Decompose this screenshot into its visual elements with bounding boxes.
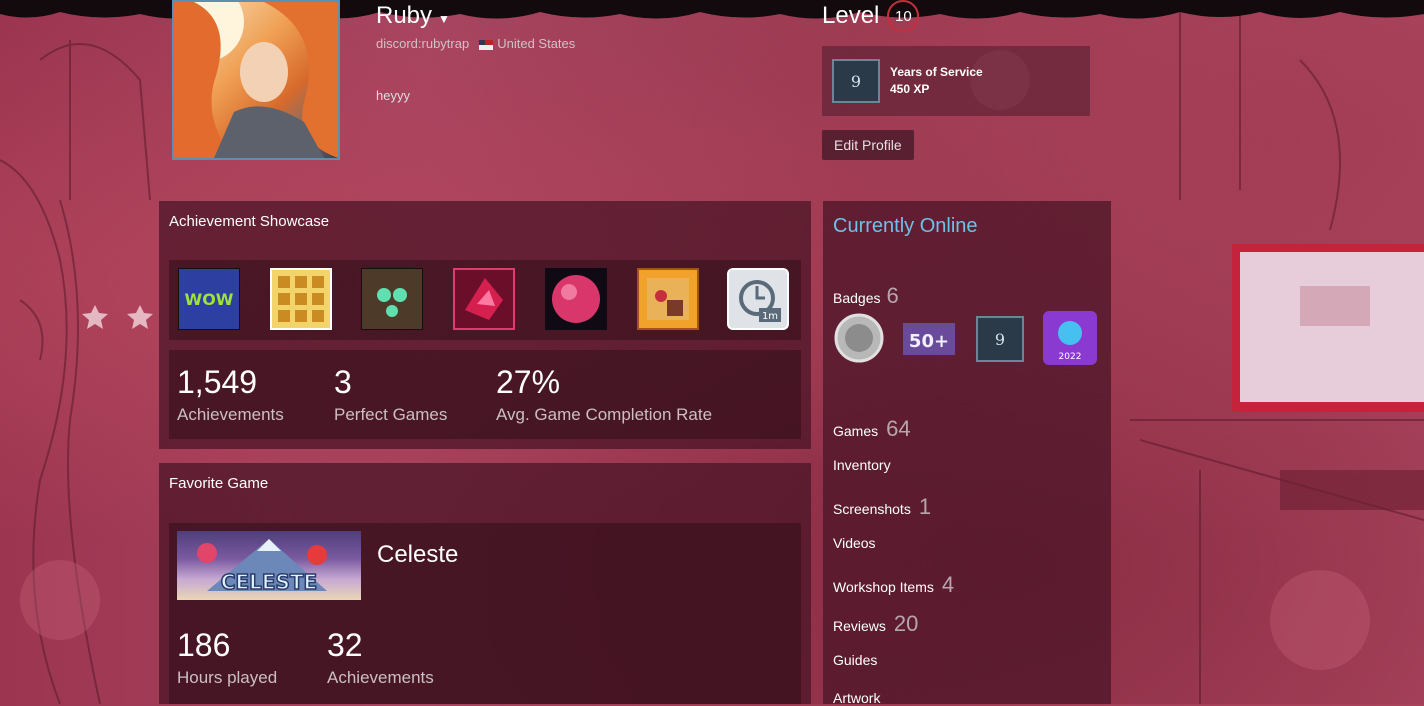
timer-1m-achievement-icon[interactable]: 1m [727, 268, 789, 330]
location: United States [479, 36, 575, 51]
screenshots-link[interactable]: Screenshots 1 [833, 494, 931, 520]
stat-perfect-games: 3 Perfect Games [334, 364, 447, 425]
year-label: 2022 [1059, 352, 1082, 362]
online-status: Currently Online [833, 215, 978, 237]
showcase-title: Achievement Showcase [169, 213, 330, 230]
link-label: Videos [833, 535, 876, 551]
guides-link[interactable]: Guides [833, 652, 877, 668]
stat-value: 3 [334, 364, 352, 400]
jungle-totem-achievement-icon[interactable] [361, 268, 423, 330]
golden-blocks-achievement-icon[interactable] [270, 268, 332, 330]
favorite-game-card: CELESTE Celeste 186 Hours played 32 Achi… [169, 523, 801, 704]
strawberry-portrait-achievement-icon[interactable] [637, 268, 699, 330]
silver-badge-icon[interactable] [833, 311, 885, 365]
stat-hours-played: 186 Hours played [177, 627, 277, 688]
us-flag-icon [479, 39, 494, 50]
persona-name: Ruby [376, 2, 433, 29]
stat-completion-rate: 27% Avg. Game Completion Rate [496, 364, 712, 425]
badges-count: 6 [886, 283, 899, 308]
stat-value: 32 [327, 627, 363, 663]
game-name-link[interactable]: Celeste [377, 541, 458, 569]
stat-label: Avg. Game Completion Rate [496, 405, 713, 424]
level-ring: 10 [887, 0, 920, 32]
stat-game-achievements: 32 Achievements [327, 627, 434, 688]
edit-profile-button[interactable]: Edit Profile [822, 130, 914, 160]
crystal-heart-achievement-icon[interactable] [453, 268, 515, 330]
inventory-link[interactable]: Inventory [833, 457, 891, 473]
link-count: 1 [918, 494, 932, 519]
favorite-badge[interactable]: 9 Years of Service 450 XP [822, 46, 1090, 116]
link-count: 4 [941, 572, 955, 597]
steam-2022-badge-icon[interactable]: 2022 [1043, 311, 1097, 365]
real-name: discord:rubytrap [376, 36, 470, 51]
workshop-items-link[interactable]: Workshop Items 4 [833, 572, 954, 598]
stat-label: Achievements [327, 668, 434, 687]
monitor-illustration [1232, 244, 1424, 510]
link-label: Games [833, 423, 879, 439]
country-name: United States [497, 36, 576, 51]
chevron-down-icon: ▼ [438, 12, 450, 26]
link-label: Workshop Items [833, 579, 934, 595]
svg-text:1m: 1m [762, 311, 778, 322]
game-capsule-image[interactable]: CELESTE [177, 531, 361, 600]
stat-value: 1,549 [177, 364, 258, 400]
level-label: Level [822, 2, 880, 29]
badge-name: Years of Service [890, 65, 983, 79]
link-count: 20 [893, 611, 919, 636]
link-label: Reviews [833, 618, 886, 634]
profile-subline: discord:rubytrap United States [376, 36, 575, 51]
badges-link[interactable]: Badges 6 [833, 283, 899, 309]
avatar[interactable] [172, 0, 340, 160]
achievement-stats: 1,549 Achievements 3 Perfect Games 27% A… [169, 350, 801, 439]
fifty-plus-badge-icon[interactable]: 50+ [901, 311, 957, 365]
link-label: Guides [833, 652, 878, 668]
link-count: 64 [886, 416, 911, 441]
badges-label: Badges [833, 290, 881, 306]
stat-value: 27% [496, 364, 561, 400]
favorite-game-showcase: Favorite Game CELESTE Celeste 186 Hours … [159, 463, 811, 704]
achievement-icons-row: WOW 1m [169, 260, 801, 340]
celeste-logo: CELESTE [221, 570, 317, 594]
fifty-plus-label: 50+ [909, 331, 949, 352]
profile-sidebar: Currently Online Badges 6 50+ 9 2022 Gam… [823, 201, 1111, 706]
achievement-showcase: Achievement Showcase WOW 1m 1,549 Achiev… [159, 201, 811, 449]
link-label: Inventory [833, 457, 891, 473]
stat-label: Achievements [177, 405, 284, 424]
stat-achievements: 1,549 Achievements [177, 364, 284, 425]
years-of-service-icon: 9 [832, 59, 880, 103]
stat-label: Perfect Games [334, 405, 448, 424]
svg-text:WOW: WOW [185, 290, 234, 309]
videos-link[interactable]: Videos [833, 535, 876, 551]
stat-value: 186 [177, 627, 231, 663]
wow-achievement-icon[interactable]: WOW [178, 268, 240, 330]
persona-name-dropdown[interactable]: Ruby ▼ [376, 2, 450, 30]
link-label: Screenshots [833, 501, 911, 517]
years-of-service-badge-icon[interactable]: 9 [975, 311, 1025, 365]
reviews-link[interactable]: Reviews 20 [833, 611, 918, 637]
stat-label: Hours played [177, 668, 278, 687]
games-link[interactable]: Games 64 [833, 416, 911, 442]
avatar-portrait [174, 2, 338, 158]
years-number: 9 [995, 330, 1005, 349]
badge-xp: 450 XP [890, 82, 930, 96]
level-display: Level 10 [822, 0, 920, 32]
pink-orb-achievement-icon[interactable] [545, 268, 607, 330]
profile-summary: heyyy [376, 88, 410, 103]
showcase-title: Favorite Game [169, 475, 269, 492]
